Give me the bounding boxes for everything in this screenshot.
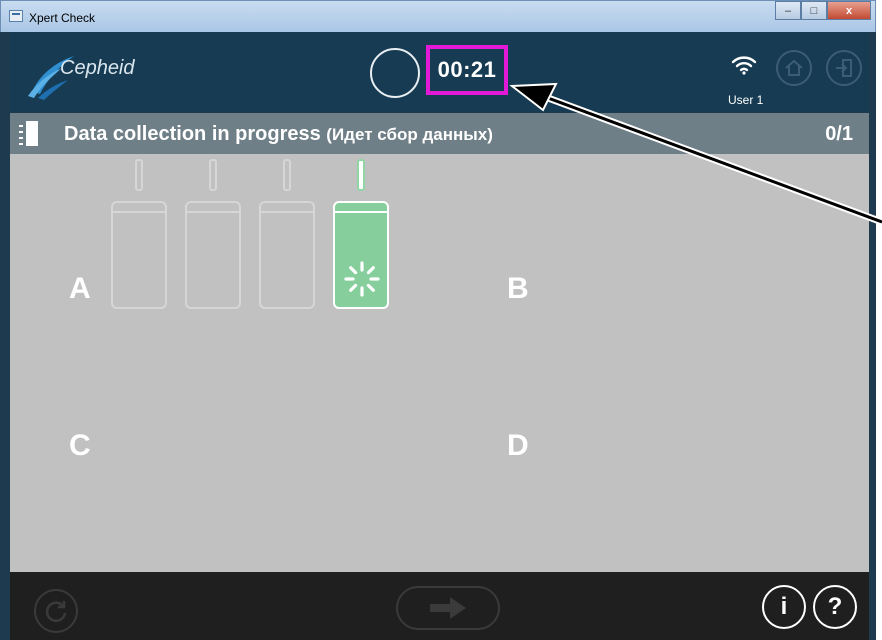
timer-highlight-box: 00:21 [426, 45, 508, 95]
module-a2 [185, 159, 241, 309]
refresh-icon [45, 601, 67, 622]
module-pin [357, 159, 365, 191]
quadrant-label-b: B [507, 272, 529, 305]
quadrant-label-a: A [69, 272, 91, 305]
status-bar: Data collection in progress (Идет сбор д… [10, 113, 869, 154]
maximize-button[interactable]: □ [801, 1, 827, 20]
arrow-right-icon [430, 597, 466, 619]
footer-bar: i ? [10, 572, 869, 640]
module-area: A B C D [10, 154, 869, 572]
app-frame: Cepheid 00:21 User 1 Data collection in … [0, 32, 876, 640]
module-body [259, 201, 315, 309]
info-button[interactable]: i [762, 585, 806, 629]
window-controls: – □ x [775, 1, 871, 20]
window-titlebar: Xpert Check – □ x [0, 0, 876, 32]
close-button[interactable]: x [827, 1, 871, 20]
quadrant-label-c: C [69, 429, 91, 462]
status-message: Data collection in progress (Идет сбор д… [64, 123, 493, 146]
next-button[interactable] [396, 586, 500, 630]
app-client: Cepheid 00:21 User 1 Data collection in … [10, 32, 869, 640]
logo-text: Cepheid [60, 57, 135, 79]
home-icon [785, 59, 803, 76]
home-button[interactable] [776, 50, 812, 86]
module-pin [135, 159, 143, 191]
module-a4-active[interactable] [333, 159, 389, 309]
minimize-button[interactable]: – [775, 1, 801, 20]
exit-icon [836, 59, 852, 77]
quadrant-label-d: D [507, 429, 529, 462]
module-body [185, 201, 241, 309]
loading-spinner-icon [344, 261, 380, 297]
test-count: 0/1 [825, 123, 853, 145]
status-indicator-circle [370, 48, 420, 98]
app-header: Cepheid 00:21 User 1 [10, 32, 869, 112]
module-pin [209, 159, 217, 191]
exit-button[interactable] [826, 50, 862, 86]
wifi-icon [731, 56, 757, 75]
user-label: User 1 [728, 93, 764, 107]
status-main-text: Data collection in progress [64, 123, 321, 145]
status-translation: (Идет сбор данных) [326, 125, 493, 144]
help-button[interactable]: ? [813, 585, 857, 629]
module-a3 [259, 159, 315, 309]
module-pin [283, 159, 291, 191]
module-a1 [111, 159, 167, 309]
elapsed-timer: 00:21 [437, 57, 497, 82]
module-status-icon [19, 121, 38, 146]
refresh-button[interactable] [34, 589, 78, 633]
module-body [333, 201, 389, 309]
module-body [111, 201, 167, 309]
app-icon [9, 10, 23, 22]
window-title: Xpert Check [29, 11, 96, 25]
